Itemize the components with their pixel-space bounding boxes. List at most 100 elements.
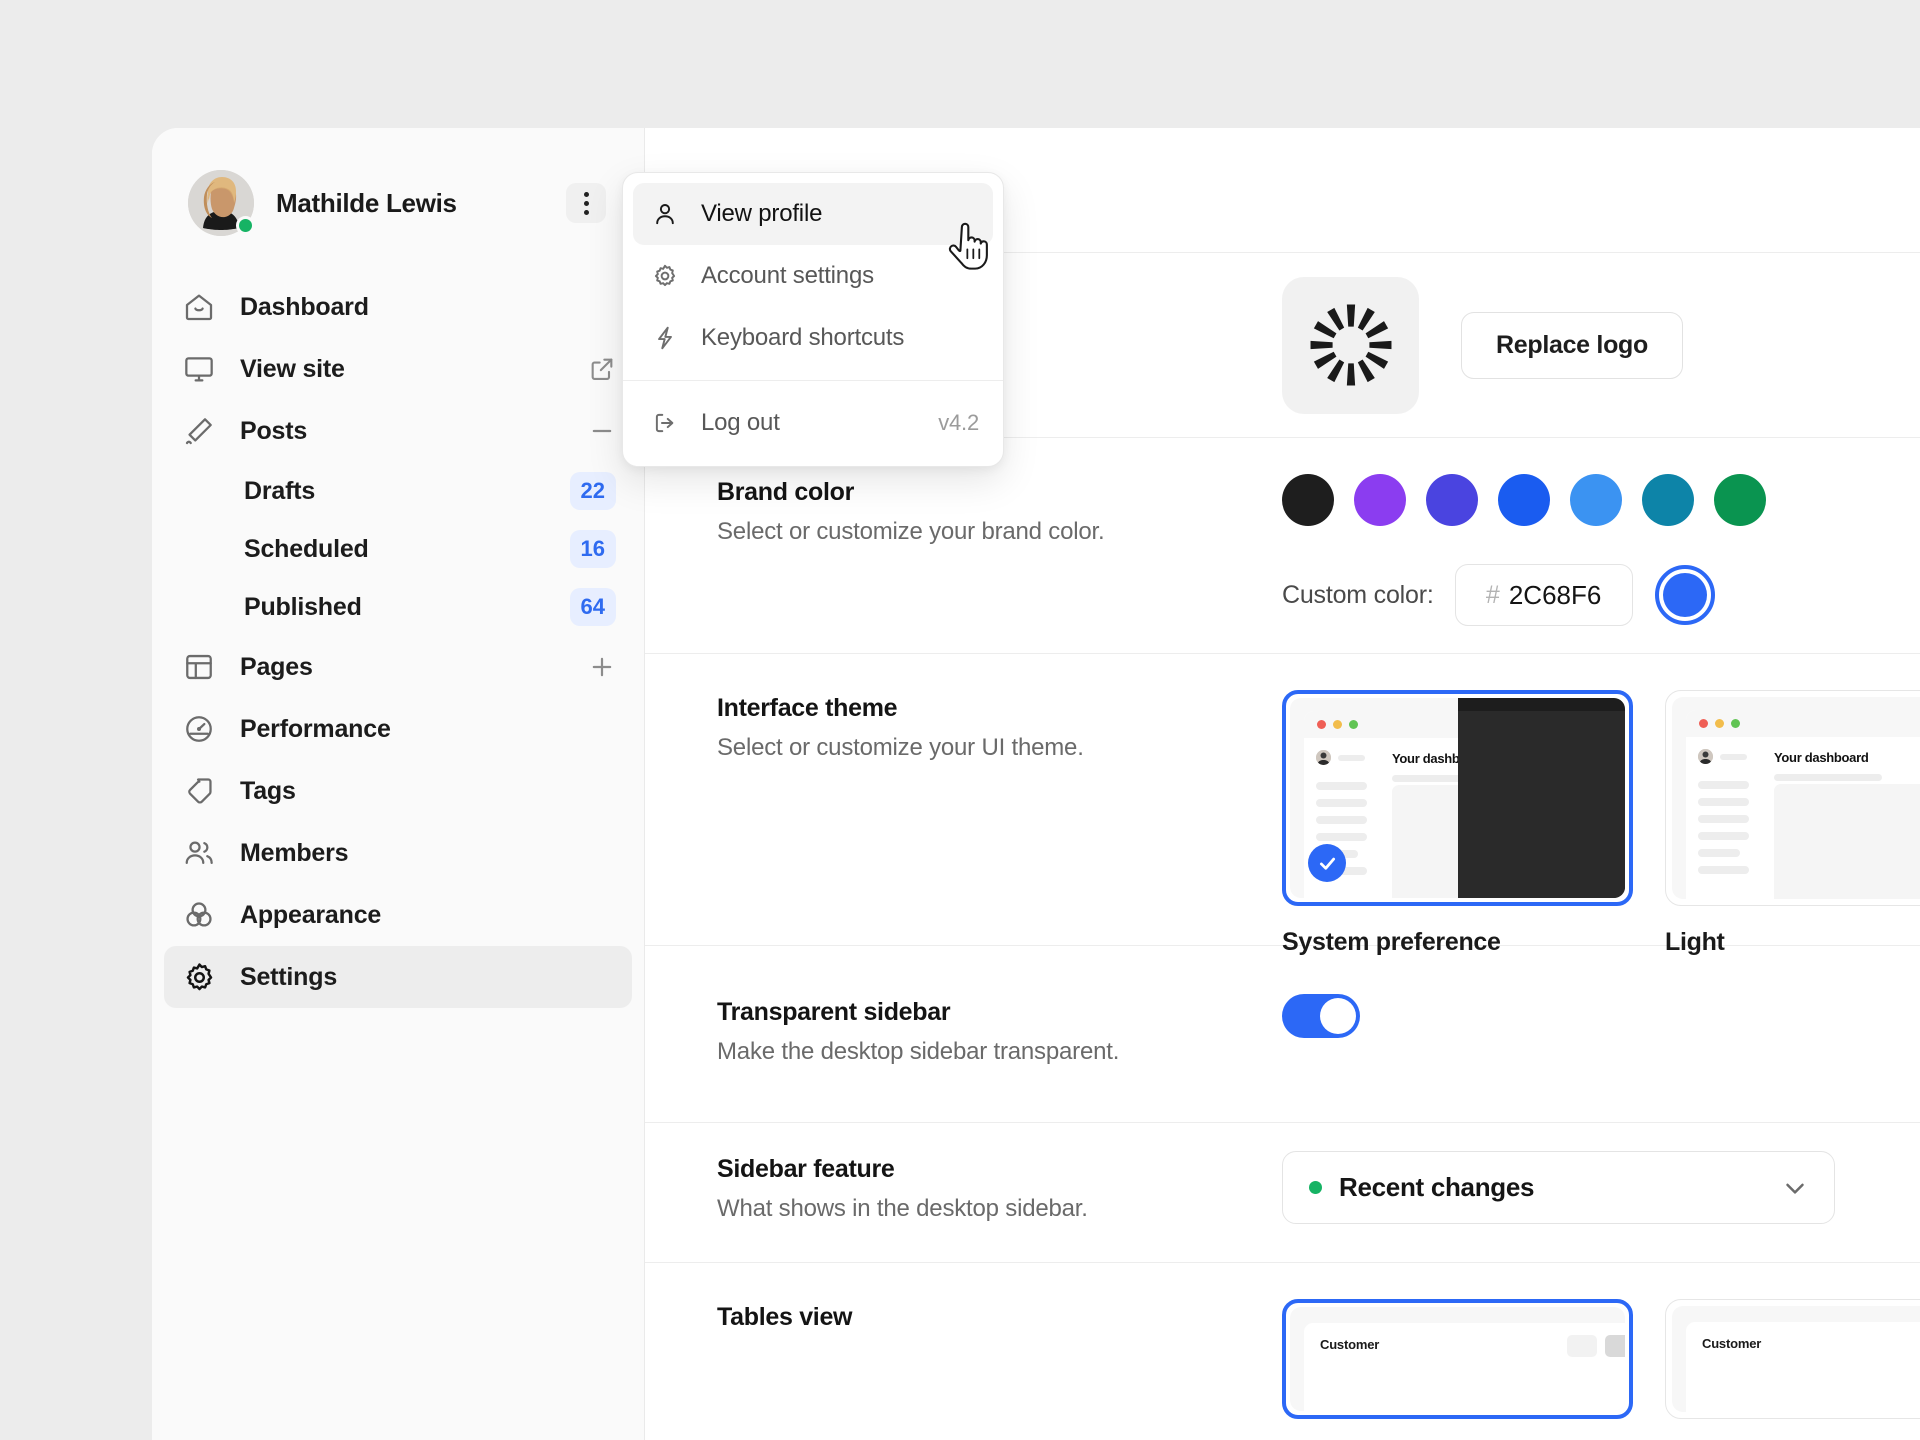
setting-text: Interface theme Select or customize your… <box>717 690 1282 762</box>
sidebar-item-label: Pages <box>240 652 313 681</box>
select-value: Recent changes <box>1339 1172 1535 1202</box>
toggle-control <box>1282 994 1920 1038</box>
hash-symbol: # <box>1485 580 1500 609</box>
brand-swatch-5[interactable] <box>1642 474 1694 526</box>
brand-color-swatches <box>1282 474 1920 526</box>
menu-item-log-out[interactable]: Log out v4.2 <box>633 392 993 454</box>
custom-color-label: Custom color: <box>1282 580 1434 609</box>
menu-item-keyboard-shortcuts[interactable]: Keyboard shortcuts <box>633 307 993 369</box>
tables-view-card-compact[interactable]: Customer <box>1282 1299 1633 1419</box>
minus-icon[interactable] <box>588 417 616 445</box>
theme-card-light[interactable]: Your dashboard <box>1665 690 1920 906</box>
menu-item-view-profile[interactable]: View profile <box>633 183 993 245</box>
count-badge: 22 <box>569 472 616 510</box>
select-control: Recent changes <box>1282 1151 1920 1224</box>
sidebar-item-dashboard[interactable]: Dashboard <box>164 276 632 338</box>
custom-color-input[interactable]: # 2C68F6 <box>1454 564 1633 626</box>
theme-options: Your dashboard System preference Your da… <box>1282 690 1920 957</box>
sidebar-item-label: View site <box>240 354 345 383</box>
sidebar-subitem-drafts[interactable]: Drafts 22 <box>164 462 632 520</box>
setting-row-sidebar-feature: Sidebar feature What shows in the deskto… <box>645 1123 1920 1263</box>
sidebar-subitem-label: Drafts <box>244 476 316 505</box>
external-link-icon[interactable] <box>588 355 616 383</box>
sidebar-feature-select[interactable]: Recent changes <box>1282 1151 1835 1224</box>
setting-text: Brand color Select or customize your bra… <box>717 474 1282 546</box>
sidebar-subitem-label: Published <box>244 592 362 621</box>
replace-logo-button[interactable]: Replace logo <box>1461 311 1683 379</box>
brand-swatch-4[interactable] <box>1570 474 1622 526</box>
sidebar-item-members[interactable]: Members <box>164 822 632 884</box>
sidebar-item-view-site[interactable]: View site <box>164 338 632 400</box>
count-badge: 64 <box>569 588 616 626</box>
setting-description: Select or customize your UI theme. <box>717 734 1084 761</box>
setting-row-brand-color: Brand color Select or customize your bra… <box>645 438 1920 654</box>
app-window: Mathilde Lewis Dashboard View site Posts… <box>152 128 1920 1440</box>
custom-color-row: Custom color: # 2C68F6 <box>1282 564 1920 626</box>
profile-name: Mathilde Lewis <box>276 187 457 218</box>
sidebar-subitem-label: Scheduled <box>244 534 369 563</box>
mouse-cursor <box>947 222 989 277</box>
layout-icon <box>182 650 216 684</box>
setting-description: Select or customize your brand color. <box>717 518 1105 545</box>
theme-preview-heading: Your dashboard <box>1774 750 1869 765</box>
setting-title: Transparent sidebar <box>717 998 951 1026</box>
sidebar-item-label: Performance <box>240 714 391 743</box>
brand-swatch-2[interactable] <box>1426 474 1478 526</box>
setting-title: Brand color <box>717 478 854 506</box>
theme-option-system: Your dashboard System preference <box>1282 690 1633 957</box>
setting-row-transparent-sidebar: Transparent sidebar Make the desktop sid… <box>645 946 1920 1123</box>
brand-swatch-0[interactable] <box>1282 474 1334 526</box>
menu-item-account-settings[interactable]: Account settings <box>633 245 993 307</box>
menu-item-label: Account settings <box>701 262 874 289</box>
users-icon <box>182 836 216 870</box>
custom-color-preview-swatch[interactable] <box>1654 565 1715 625</box>
version-label: v4.2 <box>938 410 979 435</box>
monitor-icon <box>182 352 216 386</box>
theme-option-light: Your dashboard Light <box>1665 690 1920 957</box>
setting-text: Sidebar feature What shows in the deskto… <box>717 1151 1282 1223</box>
sidebar-item-pages[interactable]: Pages <box>164 636 632 698</box>
sidebar-item-appearance[interactable]: Appearance <box>164 884 632 946</box>
presence-indicator <box>236 216 255 235</box>
sidebar-item-posts[interactable]: Posts <box>164 400 632 462</box>
setting-row-tables-view: Tables view Customer Customer <box>645 1263 1920 1440</box>
sidebar-item-label: Dashboard <box>240 292 369 321</box>
avatar <box>188 170 255 236</box>
chevron-down-icon <box>1780 1173 1810 1203</box>
sidebar-item-performance[interactable]: Performance <box>164 698 632 760</box>
pencil-icon <box>182 414 216 448</box>
theme-dark-half <box>1457 698 1625 898</box>
sidebar-subitem-published[interactable]: Published 64 <box>164 578 632 636</box>
setting-description: What shows in the desktop sidebar. <box>717 1195 1088 1222</box>
transparent-sidebar-toggle[interactable] <box>1282 994 1360 1038</box>
brand-swatch-1[interactable] <box>1354 474 1406 526</box>
sidebar-subitem-scheduled[interactable]: Scheduled 16 <box>164 520 632 578</box>
sidebar-item-label: Settings <box>240 962 338 991</box>
sidebar-item-label: Appearance <box>240 900 382 929</box>
kebab-menu-icon[interactable] <box>566 183 606 223</box>
sidebar-item-settings[interactable]: Settings <box>164 946 632 1008</box>
bolt-icon <box>651 324 679 352</box>
sidebar-item-label: Tags <box>240 776 296 805</box>
tables-view-card-expanded[interactable]: Customer <box>1665 1299 1920 1419</box>
menu-item-label: Keyboard shortcuts <box>701 324 905 351</box>
brand-swatch-3[interactable] <box>1498 474 1550 526</box>
logo-controls: Replace logo <box>1282 276 1920 414</box>
tag-icon <box>182 774 216 808</box>
menu-item-label: View profile <box>701 200 823 227</box>
sidebar-profile[interactable]: Mathilde Lewis <box>162 164 634 242</box>
plus-icon[interactable] <box>588 653 616 681</box>
sidebar-item-tags[interactable]: Tags <box>164 760 632 822</box>
menu-divider <box>623 380 1003 381</box>
theme-card-system[interactable]: Your dashboard <box>1282 690 1633 906</box>
setting-title: Tables view <box>717 1303 853 1331</box>
status-dot <box>1309 1181 1322 1194</box>
brand-color-controls: Custom color: # 2C68F6 <box>1282 474 1920 626</box>
setting-title: Interface theme <box>717 694 898 722</box>
brand-swatch-6[interactable] <box>1714 474 1766 526</box>
setting-row-interface-theme: Interface theme Select or customize your… <box>645 654 1920 956</box>
setting-description: Make the desktop sidebar transparent. <box>717 1038 1120 1065</box>
logout-icon <box>651 409 679 437</box>
user-icon <box>651 200 679 228</box>
gauge-icon <box>182 712 216 746</box>
